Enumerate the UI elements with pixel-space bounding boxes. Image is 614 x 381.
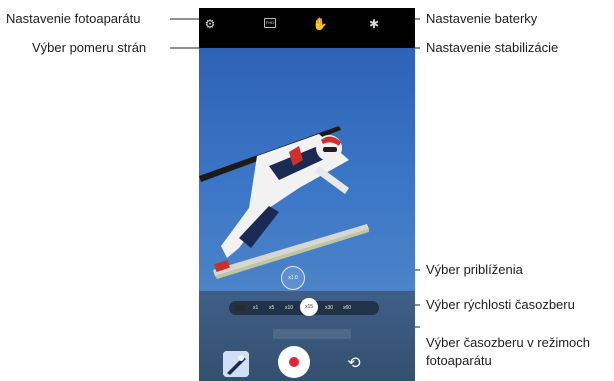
zoom-indicator[interactable]: x1.0 [281, 266, 305, 290]
callout-aspect-ratio: Výber pomeru strán [32, 40, 147, 55]
stabilization-hand-icon[interactable]: ✋ [312, 16, 328, 32]
gear-icon[interactable]: ⚙ [202, 16, 218, 32]
flash-icon[interactable]: ✱ [366, 16, 382, 32]
phone-screen: ⚙ FHD ✋ ✱ x1.0 x1 x5 x10 x15 x30 x60 ⟲ [199, 8, 415, 381]
callout-photo-mode-line2: fotoaparátu [426, 353, 492, 368]
timelapse-speed-selector[interactable]: x1 x5 x10 x15 x30 x60 [229, 298, 379, 316]
mode-selector-bar[interactable] [273, 329, 351, 339]
callout-stabilization: Nastavenie stabilizácie [426, 40, 559, 55]
speed-option-selected[interactable]: x15 [300, 298, 318, 316]
speed-option[interactable]: x5 [269, 301, 274, 315]
speed-option[interactable]: x1 [253, 301, 258, 315]
callout-flash-settings: Nastavenie baterky [426, 11, 538, 26]
ski-jumper-photo [199, 48, 415, 298]
record-icon [289, 357, 299, 367]
aspect-ratio-icon[interactable]: FHD [264, 18, 276, 28]
gallery-thumbnail[interactable] [223, 351, 249, 377]
switch-camera-icon[interactable]: ⟲ [344, 353, 364, 373]
camera-viewfinder[interactable]: x1.0 [199, 48, 415, 298]
camera-top-bar: ⚙ FHD ✋ ✱ [199, 8, 415, 48]
callout-photo-mode-line1: Výber časozberu v režimoch [426, 335, 591, 350]
camera-controls: x1 x5 x10 x15 x30 x60 ⟲ [199, 291, 415, 381]
speed-option[interactable]: x60 [343, 301, 351, 315]
record-button[interactable] [278, 346, 310, 378]
speed-option[interactable]: x10 [285, 301, 293, 315]
callout-zoom: Výber priblíženia [426, 262, 523, 277]
callout-timelapse-speed: Výber rýchlosti časozberu [426, 297, 575, 312]
callout-camera-settings: Nastavenie fotoaparátu [6, 11, 141, 26]
gallery-thumbnail-image [223, 351, 249, 377]
speed-option[interactable]: x30 [325, 301, 333, 315]
speed-track-marker [235, 305, 245, 311]
